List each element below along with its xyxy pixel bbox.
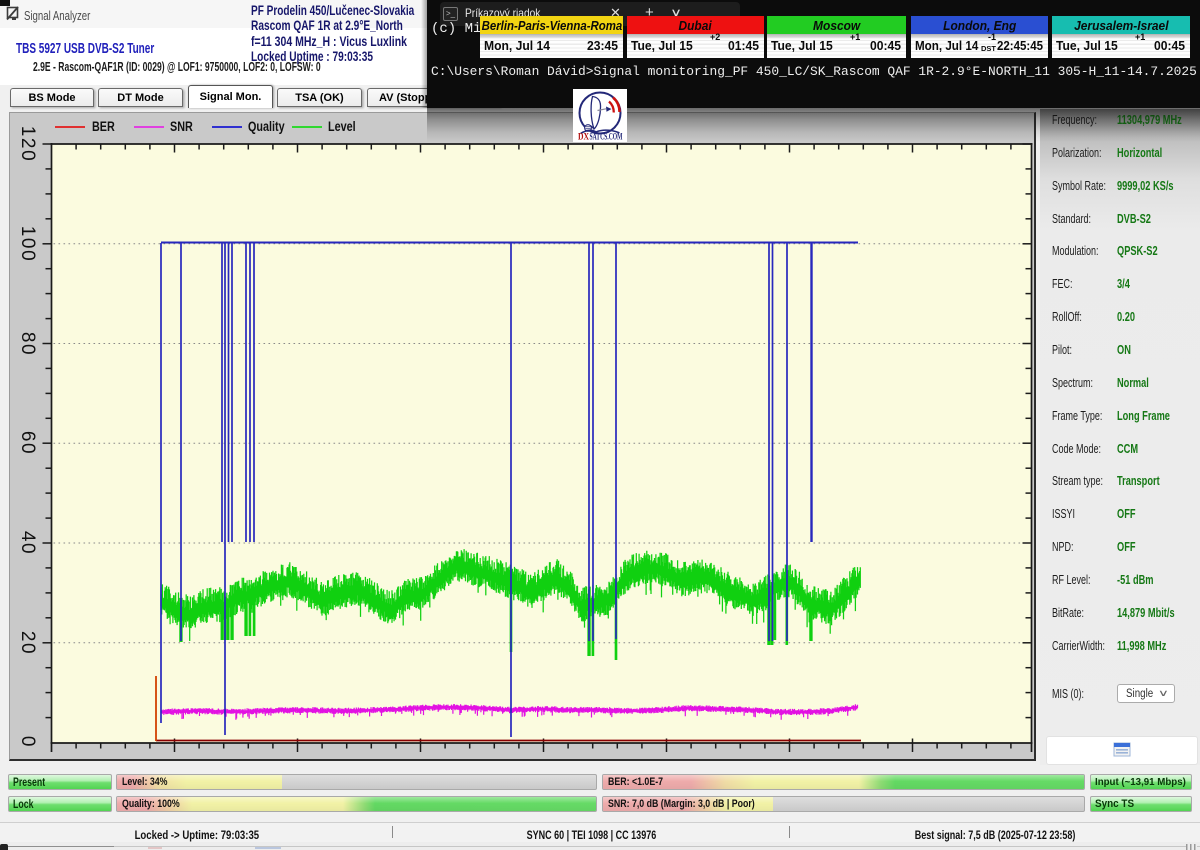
svg-text:SATCS.COM: SATCS.COM	[590, 132, 623, 142]
svg-text:DX: DX	[578, 132, 589, 142]
